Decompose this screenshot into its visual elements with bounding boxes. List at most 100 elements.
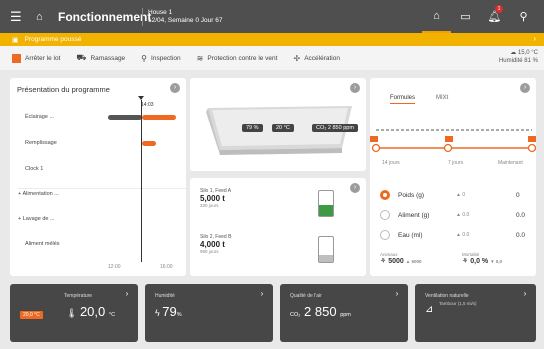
program-row-filling[interactable]: Remplissage	[25, 140, 57, 146]
humidity-value: 79	[162, 304, 177, 319]
silos-card[interactable]: › Silo 1, Feed A 5,000 t 330 jours Silo …	[190, 178, 366, 276]
air-quality-tile[interactable]: Qualité de l'air › CO₂ 2 850 ppm	[280, 284, 408, 342]
thermometer-icon: 🌡︎	[66, 308, 80, 318]
bird-icon: ⚘	[462, 258, 471, 265]
stop-batch-label: Arrêter le lot	[25, 54, 61, 62]
silo-1[interactable]: Silo 1, Feed A 5,000 t 330 jours	[200, 188, 231, 208]
inspection-button[interactable]: ⚲ Inspection	[141, 54, 181, 63]
radio-weight[interactable]	[380, 190, 390, 200]
temperature-unit: °C	[108, 312, 116, 318]
menu-icon[interactable]: ☰	[10, 9, 30, 25]
program-row-lighting[interactable]: Éclairage ...	[25, 114, 54, 120]
mortality-stat[interactable]: Mortalité ⚘ 0,0 % ▼ 0,0	[462, 252, 502, 265]
radio-feed[interactable]	[380, 210, 390, 220]
acceleration-button[interactable]: ✢ Accélération	[293, 54, 339, 63]
silo-2-value: 4,000 t	[200, 240, 225, 249]
acceleration-label: Accélération	[304, 54, 340, 62]
filling-bar-active	[142, 141, 156, 146]
silo-1-value: 5,000 t	[200, 194, 225, 203]
feed-row-feed[interactable]: Aliment (g) ▲ 0.0 0.0	[380, 206, 544, 224]
animals-delta: ▲ 5000	[405, 259, 422, 264]
co2-badge: CO₂ 2 850 ppm	[312, 124, 358, 132]
air-quality-value: 2 850	[304, 304, 337, 319]
ventilation-tile[interactable]: Ventilation naturelle › ⊿ Tambour (1,5 m…	[415, 284, 536, 342]
program-overview-card: Présentation du programme › Éclairage ..…	[10, 78, 186, 276]
ventilation-sub: Tambour (1,5 mi/s)	[439, 301, 477, 306]
tablet-icon[interactable]: ▭	[451, 0, 480, 33]
temperature-title: Température	[64, 293, 93, 299]
fan-icon: ✢	[293, 53, 301, 63]
silo-2-icon	[318, 236, 334, 263]
program-row-feeding[interactable]: + Alimentation ...	[18, 191, 59, 197]
bird-icon: ⚘	[380, 258, 389, 265]
inspection-label: Inspection	[151, 54, 181, 62]
air-quality-title: Qualité de l'air	[290, 293, 322, 299]
program-row-clock[interactable]: Clock 1	[25, 166, 43, 172]
search-icon[interactable]: ⚲	[509, 0, 538, 33]
air-quality-unit: ppm	[340, 312, 351, 318]
temperature-badge: 20 °C	[272, 124, 294, 132]
feed-row-feed-value: 0.0	[516, 211, 526, 219]
wind-protection-label: Protection contre le vent	[207, 54, 278, 62]
house-selector[interactable]: House 1 12/04, Semaine 0 Jour 67	[148, 9, 222, 25]
silo-1-icon	[318, 190, 334, 217]
cloud-icon: ☁	[510, 50, 518, 56]
mortality-delta: ▼ 0,0	[490, 259, 503, 264]
feed-row-weight-label: Poids (g)	[398, 191, 425, 199]
animals-stat[interactable]: Animaux ⚘ 5000 ▲ 5000	[380, 252, 421, 265]
arrow-right-icon[interactable]: ›	[392, 289, 402, 299]
growth-card: › Formules MIXt 14 jours 7 jours Mainten…	[370, 78, 536, 276]
program-title: Présentation du programme	[17, 85, 110, 94]
divider	[142, 7, 143, 26]
page-title: Fonctionnement	[58, 9, 152, 24]
feed-row-water[interactable]: Eau (ml) ▲ 0.0 0.0	[380, 226, 544, 244]
humidity-unit: %	[176, 312, 182, 318]
arrow-right-icon[interactable]: ›	[520, 83, 530, 93]
tab-mixt[interactable]: MIXt	[436, 95, 448, 101]
program-row-mixed-feed[interactable]: Aliment mélés	[25, 241, 60, 247]
stop-icon	[12, 53, 21, 63]
tab-formulas[interactable]: Formules	[390, 95, 416, 104]
humidity-tile[interactable]: Humidité › ϟ 79%	[145, 284, 273, 342]
stop-batch-button[interactable]: Arrêter le lot	[12, 53, 61, 63]
cleaning-button[interactable]: ⛟ Ramassage	[76, 53, 125, 63]
ventilation-title: Ventilation naturelle	[425, 293, 469, 299]
time-marker-label: 14:03	[141, 102, 154, 108]
ventilation-icon: ⊿	[425, 304, 434, 315]
time-marker-head	[138, 96, 144, 100]
top-icons: ⌂ ▭ 🔔︎ 1 ⚲	[422, 0, 538, 33]
truck-icon: ⛟	[76, 53, 87, 62]
feed-row-weight-value: 0	[516, 191, 520, 199]
mortality-value: 0,0 %	[470, 258, 489, 265]
step-14-days: 14 jours	[382, 160, 400, 166]
house-icon[interactable]: ⌂	[36, 11, 56, 23]
axis-start: 12:00	[108, 264, 121, 270]
home-nav-icon[interactable]: ⌂	[422, 0, 451, 33]
arrow-right-icon[interactable]: ›	[520, 289, 530, 299]
action-bar: Arrêter le lot ⛟ Ramassage ⚲ Inspection …	[0, 46, 544, 70]
feed-row-feed-label: Aliment (g)	[398, 211, 430, 219]
silo-2[interactable]: Silo 2, Feed B 4,000 t 990 jours	[200, 234, 231, 254]
radio-water[interactable]	[380, 230, 390, 240]
temperature-value: 20,0	[79, 304, 106, 319]
close-icon[interactable]: ›	[533, 34, 536, 43]
arrow-right-icon[interactable]: ›	[350, 183, 360, 193]
arrow-right-icon[interactable]: ›	[170, 83, 180, 93]
house-view-card[interactable]: › 79 % 20 °C CO₂ 2 850 ppm	[190, 78, 366, 171]
silo-1-sub: 330 jours	[200, 203, 219, 208]
program-row-washing[interactable]: + Lavage de ...	[18, 216, 55, 222]
arrow-right-icon[interactable]: ›	[257, 289, 267, 299]
timeline-slider[interactable]	[370, 122, 536, 162]
feed-row-weight[interactable]: Poids (g) ▲ 0 0	[380, 186, 544, 204]
temperature-tile[interactable]: Température › 20,0 °C 🌡︎ 20,0 °C	[10, 284, 138, 342]
house-info: 12/04, Semaine 0 Jour 67	[148, 16, 223, 24]
outdoor-humidity: Humidité 81 %	[498, 58, 538, 64]
humidity-title: Humidité	[155, 293, 175, 299]
arrow-right-icon[interactable]: ›	[122, 289, 132, 299]
animals-value: 5000	[388, 258, 404, 265]
alert-bar[interactable]: ▣ Programme poussé ›	[0, 33, 544, 46]
alarm-bell-icon[interactable]: 🔔︎ 1	[480, 0, 509, 33]
outdoor-temp: 15,0 °C	[517, 50, 538, 56]
wind-protection-button[interactable]: ≋ Protection contre le vent	[197, 54, 278, 63]
silo-2-sub: 990 jours	[200, 249, 219, 254]
